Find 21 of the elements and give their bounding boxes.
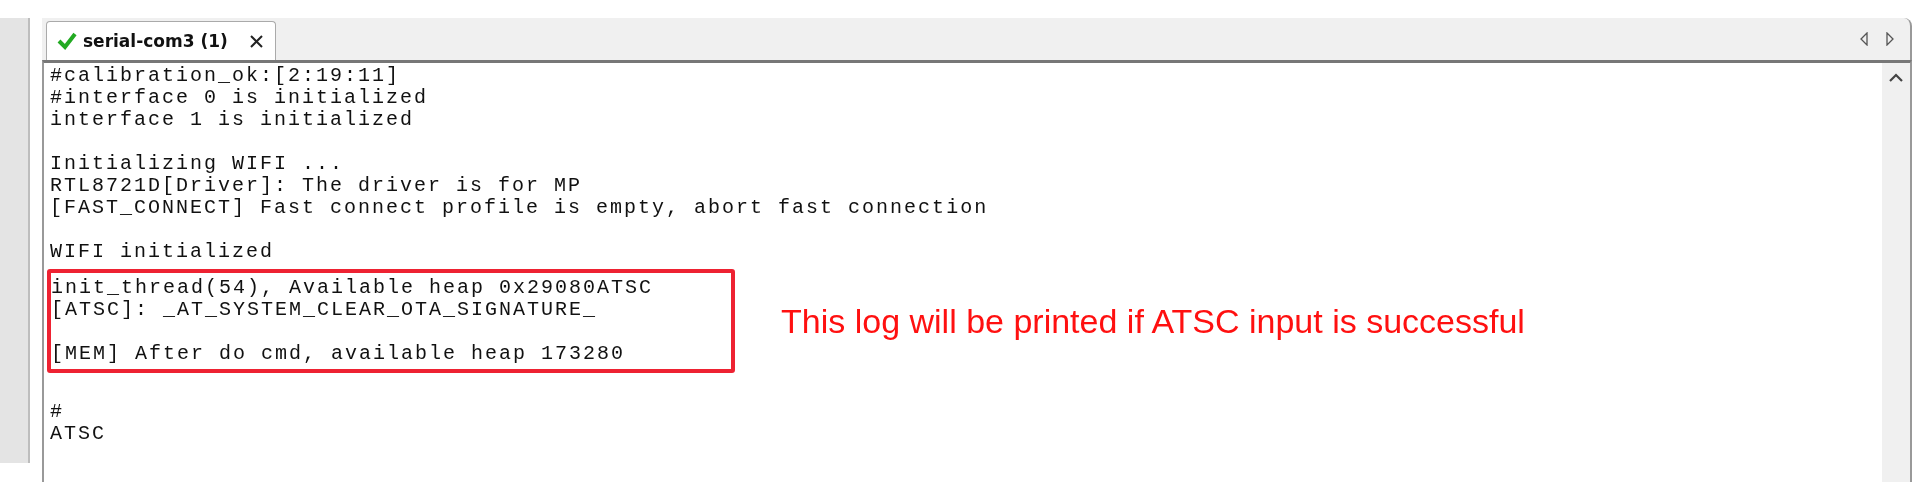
log-line: [FAST_CONNECT] Fast connect profile is empty, abort fast connection xyxy=(50,197,990,219)
log-line: interface 1 is initialized xyxy=(50,109,416,131)
annotation-text: This log will be printed if ATSC input is successful xyxy=(781,301,1525,341)
tab-label: serial-com3 (1) xyxy=(83,31,228,51)
log-line: init_thread(54), Available heap 0x29080ATSC xyxy=(51,277,655,299)
scroll-left-icon[interactable] xyxy=(1860,32,1868,46)
log-line: #interface 0 is initialized xyxy=(50,87,430,109)
scroll-up-icon[interactable] xyxy=(1889,73,1903,82)
log-line: ATSC xyxy=(50,423,107,445)
log-line: RTL8721D[Driver]: The driver is for MP xyxy=(50,175,584,197)
tab[interactable]: serial-com3 (1) xyxy=(46,21,276,60)
log-line: [MEM] After do cmd, available heap 173280 xyxy=(51,343,627,365)
scrollbar[interactable] xyxy=(1882,63,1910,482)
log-line: [ATSC]: _AT_SYSTEM_CLEAR_OTA_SIGNATURE_ xyxy=(51,299,599,321)
scroll-right-icon[interactable] xyxy=(1886,32,1894,46)
checkmark-icon xyxy=(57,32,77,50)
log-line: #calibration_ok:[2:19:11] xyxy=(50,65,402,87)
log-line: Initializing WIFI ... xyxy=(50,153,346,175)
log-line: # xyxy=(50,401,65,423)
close-icon[interactable] xyxy=(249,34,263,48)
log-line: WIFI initialized xyxy=(50,241,276,263)
